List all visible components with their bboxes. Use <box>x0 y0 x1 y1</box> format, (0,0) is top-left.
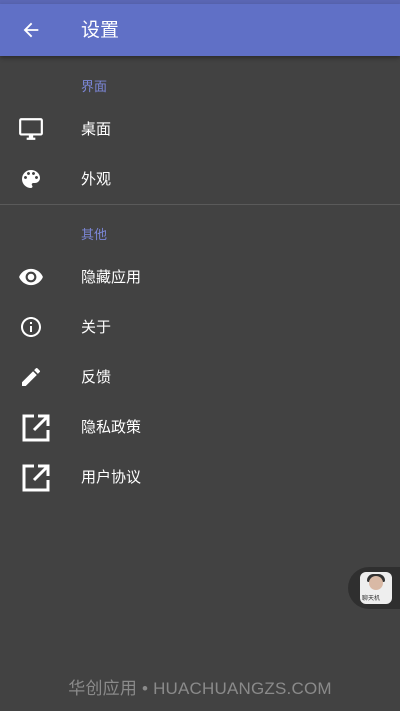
open-external-icon <box>20 412 52 444</box>
palette-icon <box>18 166 44 192</box>
settings-item-about[interactable]: 关于 <box>0 302 400 352</box>
settings-item-label: 隐私政策 <box>81 418 142 436</box>
settings-item-appearance[interactable]: 外观 <box>0 154 400 204</box>
settings-item-feedback[interactable]: 反馈 <box>0 352 400 402</box>
settings-item-user-agreement[interactable]: 用户协议 <box>0 452 400 502</box>
settings-item-privacy-policy[interactable]: 隐私政策 <box>0 402 400 452</box>
section-divider <box>0 204 400 205</box>
settings-item-label: 外观 <box>81 170 112 188</box>
app-bar: 设置 <box>0 4 400 56</box>
page-title: 设置 <box>81 19 120 41</box>
settings-item-label: 隐藏应用 <box>81 268 142 286</box>
settings-item-desktop[interactable]: 桌面 <box>0 104 400 154</box>
open-external-icon <box>20 462 52 494</box>
arrow-back-icon <box>23 22 39 38</box>
section-header-interface: 界面 <box>81 80 108 95</box>
avatar: 聊天机 <box>360 572 392 604</box>
section-header-other: 其他 <box>81 228 108 243</box>
back-button[interactable] <box>14 13 48 47</box>
floating-chat-widget[interactable]: 聊天机 <box>348 567 400 609</box>
settings-item-label: 关于 <box>81 318 112 336</box>
settings-item-label: 桌面 <box>81 120 112 138</box>
settings-item-label: 反馈 <box>81 368 112 386</box>
eye-icon <box>18 264 44 290</box>
avatar-tag: 聊天机 <box>362 595 381 602</box>
watermark: 华创应用 • HUACHUANGZS.COM <box>68 679 332 698</box>
settings-item-label: 用户协议 <box>81 468 142 486</box>
pencil-icon <box>18 364 44 390</box>
monitor-icon <box>18 116 44 142</box>
settings-item-hidden-apps[interactable]: 隐藏应用 <box>0 252 400 302</box>
info-icon <box>18 314 44 340</box>
